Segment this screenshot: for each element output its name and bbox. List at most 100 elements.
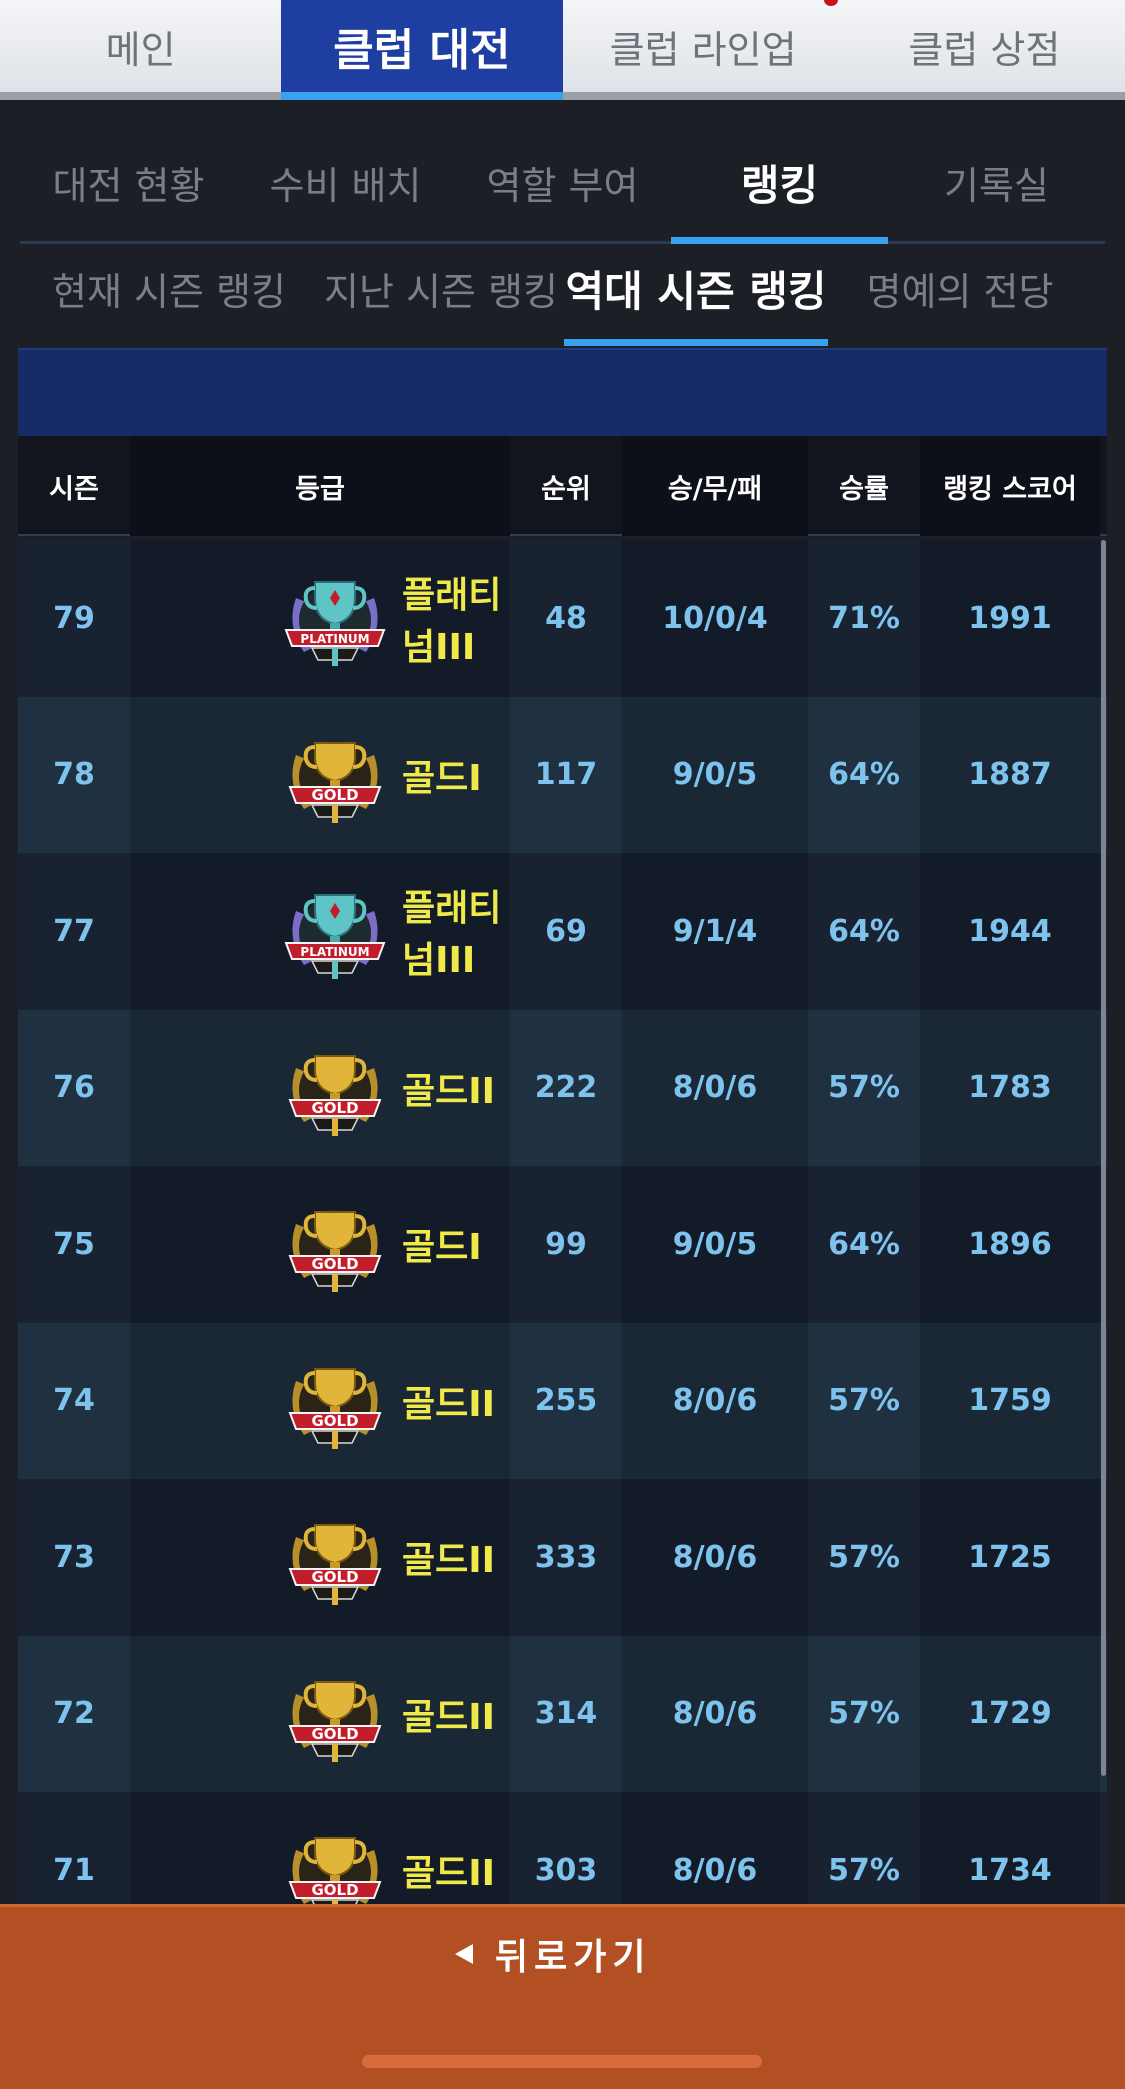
cell-rank: 303 bbox=[534, 1852, 598, 1888]
cell-grade: 골드II bbox=[130, 1479, 510, 1636]
cell-wdl: 8/0/6 bbox=[622, 1009, 808, 1166]
cell-season: 78 bbox=[53, 757, 95, 793]
header-rank: 순위 bbox=[541, 473, 591, 505]
grade-label: 골드I bbox=[402, 757, 482, 799]
cell-grade: 플래티넘III bbox=[130, 540, 510, 697]
cell-wdl: 8/0/6 bbox=[622, 1635, 808, 1792]
cell-grade: 골드II bbox=[130, 1322, 510, 1479]
tab-current-season[interactable]: 현재 시즌 랭킹 bbox=[20, 246, 318, 346]
grade-label: 골드II bbox=[402, 1383, 496, 1425]
cell-wdl: 9/0/5 bbox=[622, 696, 808, 853]
cell-winrate: 57% bbox=[828, 1696, 900, 1732]
cell-rank: 255 bbox=[534, 1383, 598, 1419]
table-row: 71 골드II 303 8/0/6 57% 1734 bbox=[18, 1792, 1107, 1904]
table-header: 시즌 등급 순위 승/무/패 승률 랭킹 스코어 bbox=[18, 436, 1107, 536]
cell-winrate: 57% bbox=[828, 1070, 900, 1106]
cell-season: 73 bbox=[53, 1539, 95, 1575]
tab-role-assign[interactable]: 역할 부여 bbox=[454, 140, 671, 241]
back-button-label: 뒤로가기 bbox=[495, 1937, 652, 1978]
header-score: 랭킹 스코어 bbox=[920, 436, 1100, 536]
cell-season: 72 bbox=[53, 1696, 95, 1732]
table-row: 76 골드II 222 8/0/6 57% 1783 bbox=[18, 1009, 1107, 1166]
back-arrow-icon bbox=[455, 1944, 473, 1964]
back-bar: 뒤로가기 bbox=[0, 1904, 1125, 2089]
cell-season: 77 bbox=[53, 913, 95, 949]
header-grade: 등급 bbox=[130, 436, 510, 536]
cell-score: 1783 bbox=[920, 1009, 1100, 1166]
cell-winrate: 64% bbox=[828, 1226, 900, 1262]
grade-label: 플래티넘III bbox=[402, 888, 502, 982]
tab-club-shop[interactable]: 클럽 상점 bbox=[844, 0, 1125, 92]
grade-label: 골드I bbox=[402, 1227, 482, 1269]
gold-badge-icon bbox=[282, 1194, 388, 1298]
header-season: 시즌 bbox=[49, 473, 99, 505]
cell-season: 74 bbox=[53, 1383, 95, 1419]
cell-score: 1729 bbox=[920, 1635, 1100, 1792]
gold-badge-icon bbox=[282, 725, 388, 829]
gold-badge-icon bbox=[282, 1507, 388, 1611]
grade-label: 골드II bbox=[402, 1853, 496, 1895]
table-row: 72 골드II 314 8/0/6 57% 1729 bbox=[18, 1635, 1107, 1792]
cell-rank: 314 bbox=[534, 1696, 598, 1732]
cell-grade: 골드II bbox=[130, 1009, 510, 1166]
cell-wdl: 9/1/4 bbox=[622, 853, 808, 1010]
tab-ranking[interactable]: 랭킹 bbox=[671, 140, 888, 244]
cell-rank: 99 bbox=[545, 1226, 587, 1262]
sub-tab-bar: 대전 현황 수비 배치 역할 부여 랭킹 기록실 bbox=[20, 140, 1105, 244]
grade-label: 골드II bbox=[402, 1540, 496, 1582]
cell-wdl: 8/0/6 bbox=[622, 1479, 808, 1636]
tab-records[interactable]: 기록실 bbox=[888, 140, 1105, 241]
cell-score: 1991 bbox=[920, 540, 1100, 697]
cell-grade: 플래티넘III bbox=[130, 853, 510, 1010]
table-row: 79 플래티넘III 48 10/0/4 71% 1991 bbox=[18, 540, 1107, 697]
cell-wdl: 8/0/6 bbox=[622, 1792, 808, 1904]
gold-badge-icon bbox=[282, 1820, 388, 1904]
cell-season: 75 bbox=[53, 1226, 95, 1262]
cell-winrate: 64% bbox=[828, 913, 900, 949]
cell-winrate: 64% bbox=[828, 757, 900, 793]
tab-club-lineup[interactable]: 클럽 라인업 bbox=[563, 0, 844, 92]
cell-grade: 골드I bbox=[130, 1166, 510, 1323]
platinum-badge-icon bbox=[282, 568, 388, 672]
table-row: 74 골드II 255 8/0/6 57% 1759 bbox=[18, 1322, 1107, 1479]
gold-badge-icon bbox=[282, 1038, 388, 1142]
cell-winrate: 57% bbox=[828, 1539, 900, 1575]
tab-main[interactable]: 메인 bbox=[0, 0, 281, 92]
gold-badge-icon bbox=[282, 1351, 388, 1455]
grade-label: 골드II bbox=[402, 1070, 496, 1112]
table-row: 73 골드II 333 8/0/6 57% 1725 bbox=[18, 1479, 1107, 1636]
header-winrate: 승률 bbox=[839, 473, 889, 505]
cell-rank: 69 bbox=[545, 913, 587, 949]
grade-label: 골드II bbox=[402, 1696, 496, 1738]
tab-last-season[interactable]: 지난 시즌 랭킹 bbox=[318, 246, 564, 346]
table-scrollbar[interactable] bbox=[1101, 540, 1106, 1776]
cell-grade: 골드I bbox=[130, 696, 510, 853]
header-wdl: 승/무/패 bbox=[622, 436, 808, 536]
platinum-badge-icon bbox=[282, 881, 388, 985]
cell-wdl: 10/0/4 bbox=[622, 540, 808, 697]
tab-all-seasons[interactable]: 역대 시즌 랭킹 bbox=[564, 246, 828, 346]
cell-rank: 117 bbox=[534, 757, 598, 793]
tab-defense-placement[interactable]: 수비 배치 bbox=[237, 140, 454, 241]
cell-winrate: 71% bbox=[828, 600, 900, 636]
grade-label: 플래티넘III bbox=[402, 575, 502, 669]
cell-score: 1944 bbox=[920, 853, 1100, 1010]
cell-score: 1887 bbox=[920, 696, 1100, 853]
table-row: 78 골드I 117 9/0/5 64% 1887 bbox=[18, 696, 1107, 853]
table-row: 75 골드I 99 9/0/5 64% 1896 bbox=[18, 1166, 1107, 1323]
cell-score: 1734 bbox=[920, 1792, 1100, 1904]
tab-club-battle[interactable]: 클럽 대전 bbox=[281, 0, 563, 100]
cell-rank: 222 bbox=[534, 1070, 598, 1106]
ranking-table[interactable]: 79 플래티넘III 48 10/0/4 71% 1991 78 골드I 117 9/0/5 64%… bbox=[18, 540, 1107, 1904]
cell-score: 1759 bbox=[920, 1322, 1100, 1479]
cell-season: 76 bbox=[53, 1070, 95, 1106]
gold-badge-icon bbox=[282, 1664, 388, 1768]
cell-score: 1896 bbox=[920, 1166, 1100, 1323]
tab-battle-status[interactable]: 대전 현황 bbox=[20, 140, 237, 241]
tab-hall-of-fame[interactable]: 명예의 전당 bbox=[828, 246, 1092, 346]
cell-score: 1725 bbox=[920, 1479, 1100, 1636]
cell-grade: 골드II bbox=[130, 1635, 510, 1792]
back-button[interactable]: 뒤로가기 bbox=[455, 1929, 651, 1979]
top-tab-bar: 메인 클럽 대전 클럽 라인업 클럽 상점 bbox=[0, 0, 1125, 100]
cell-rank: 333 bbox=[534, 1539, 598, 1575]
